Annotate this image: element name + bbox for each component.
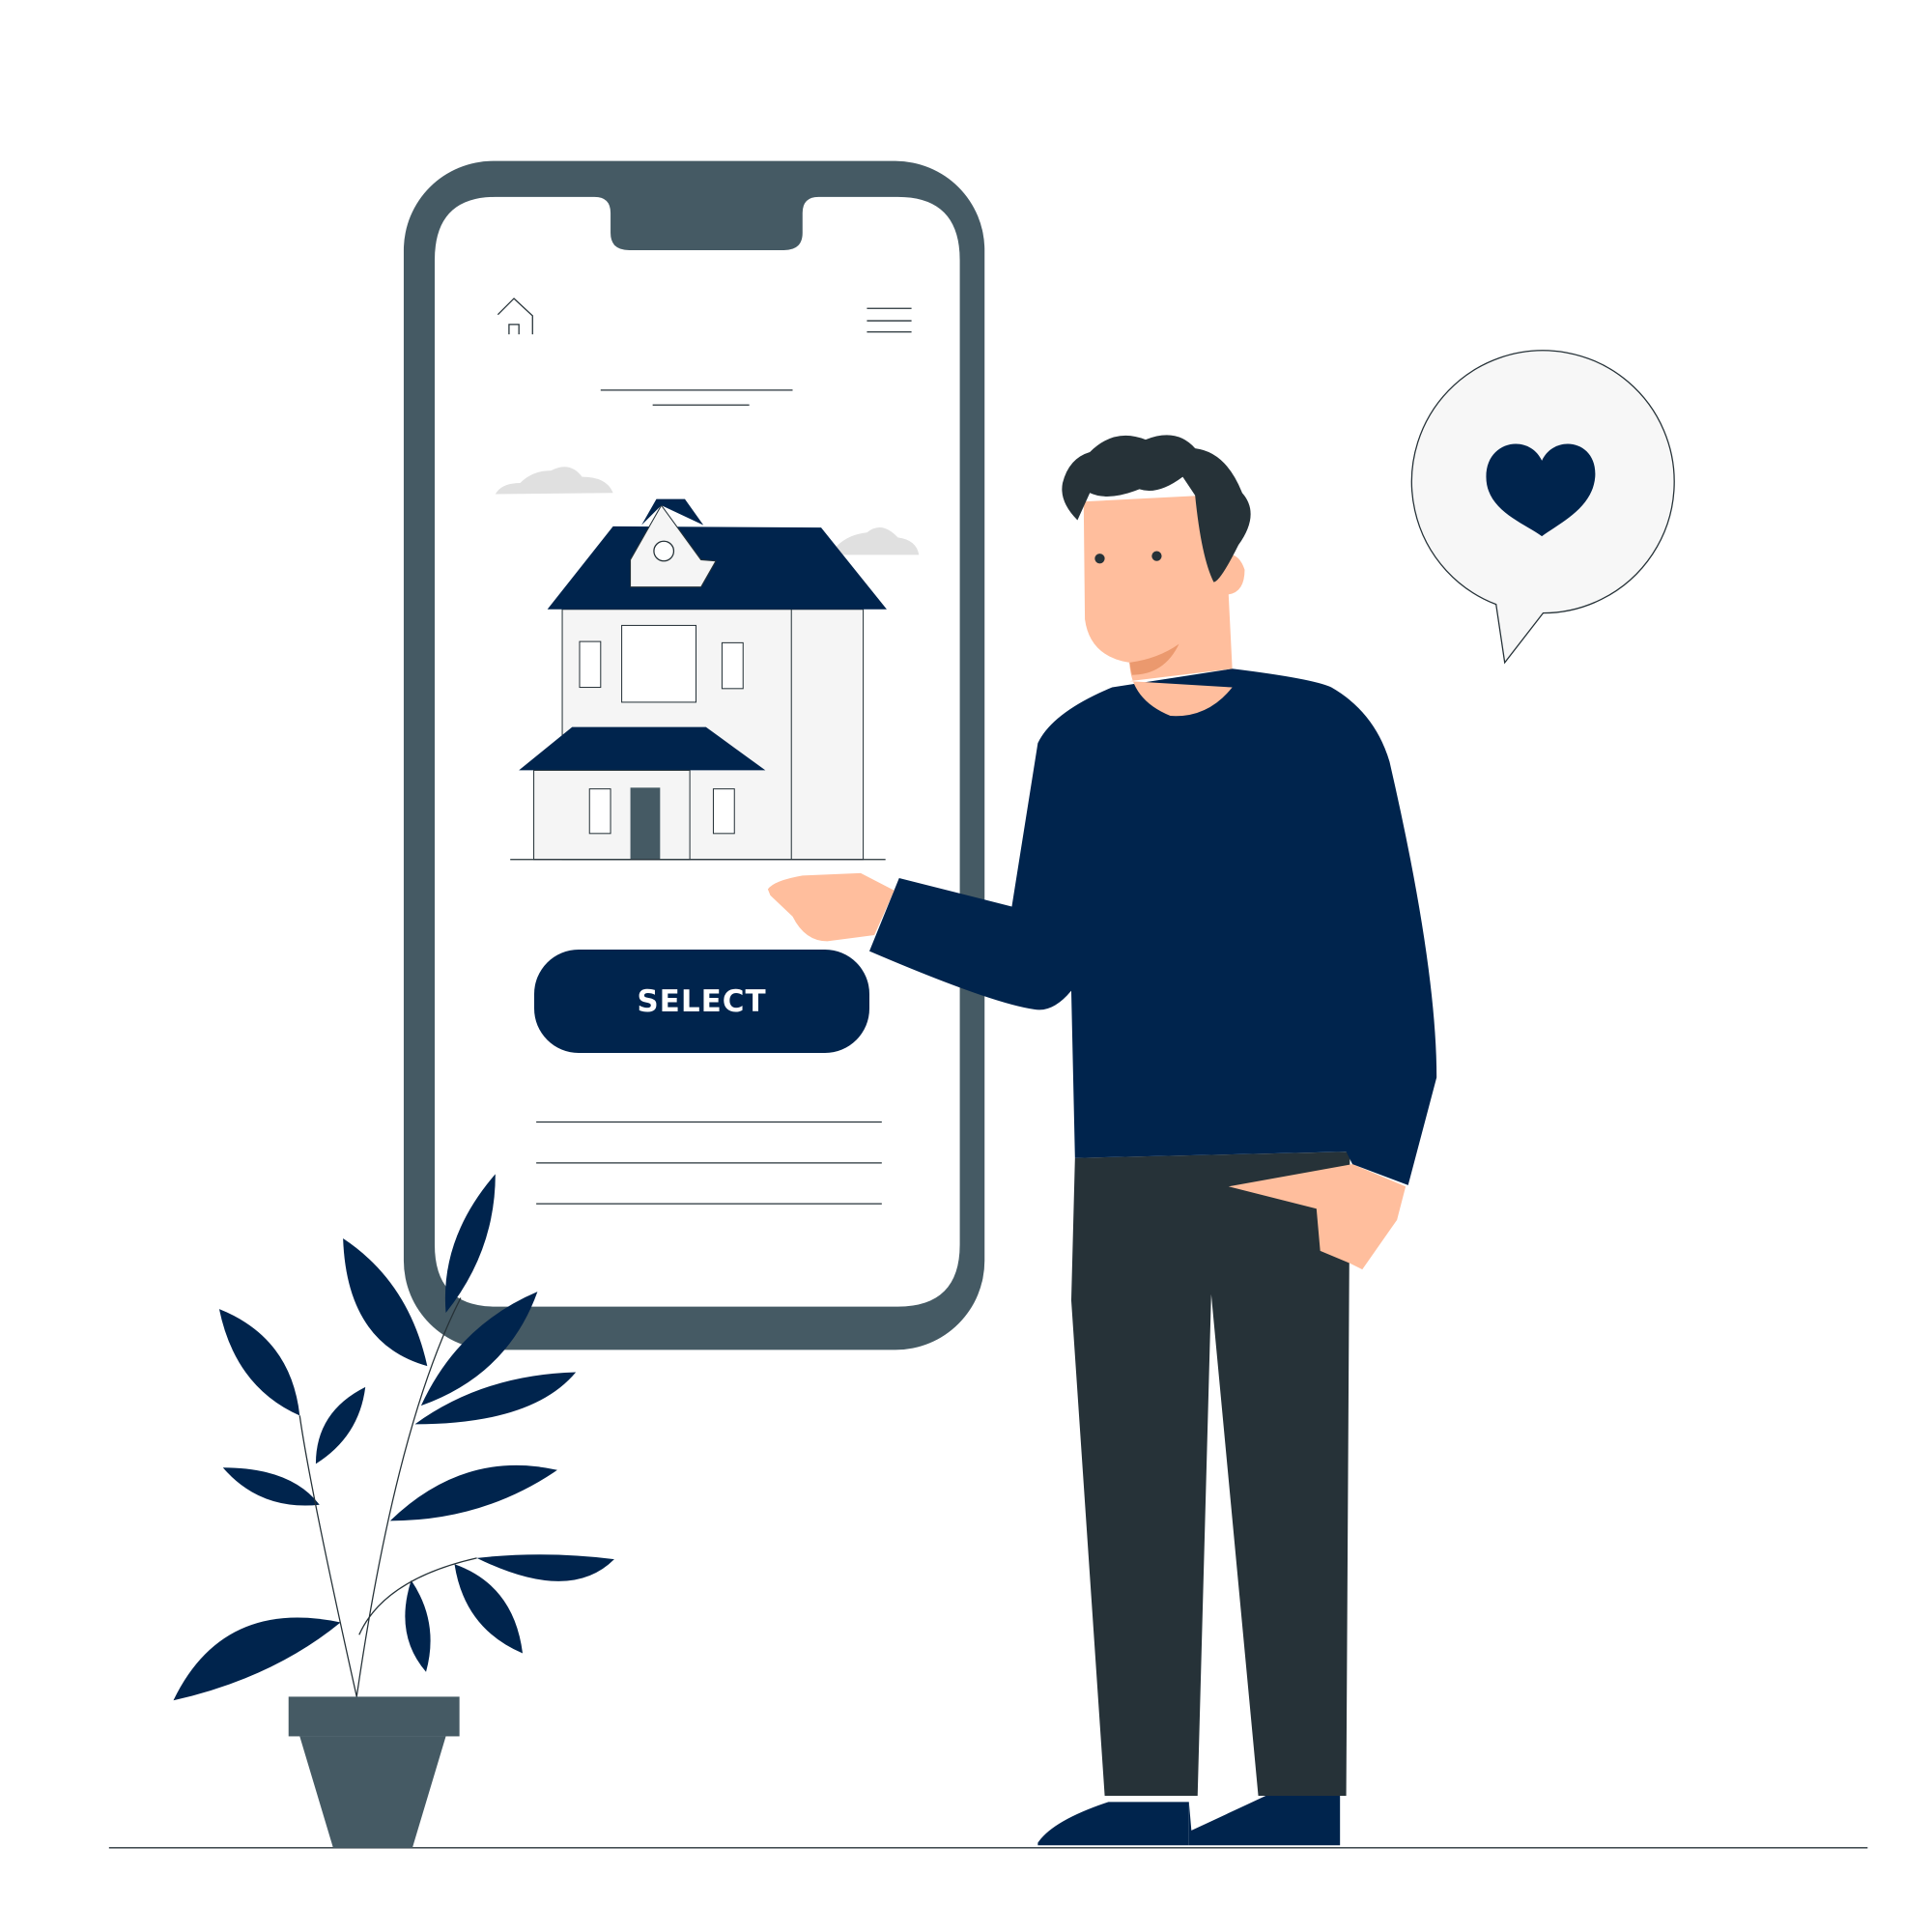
- shoe: [1188, 1795, 1341, 1846]
- select-button[interactable]: SELECT: [534, 950, 869, 1053]
- illustration: [108, 160, 1868, 1849]
- speech-bubble: [1410, 350, 1675, 665]
- shoe: [1037, 1802, 1189, 1846]
- pants: [1070, 1151, 1350, 1796]
- phone: [403, 160, 985, 1350]
